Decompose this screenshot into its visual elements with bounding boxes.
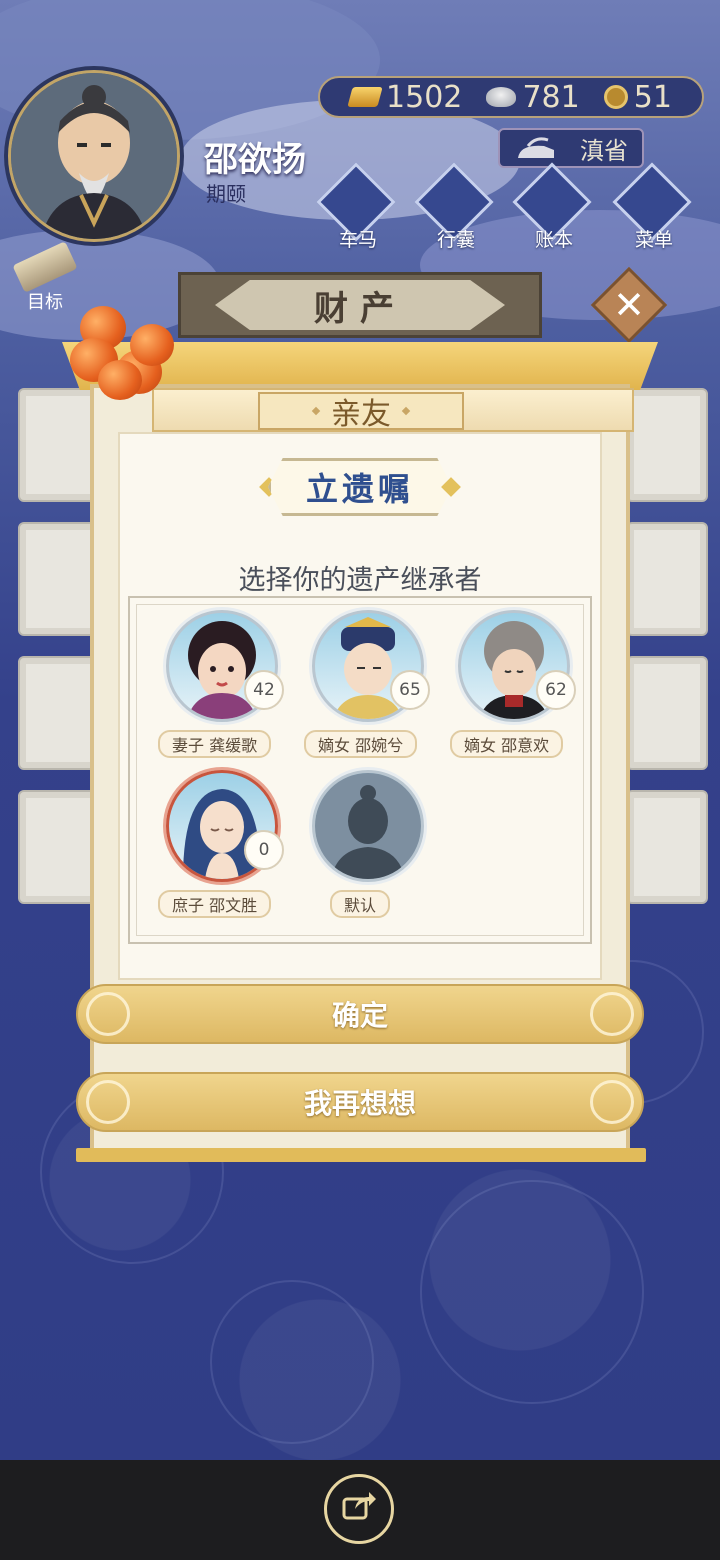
nav-bag-button[interactable]: 行囊	[414, 162, 498, 251]
background-card	[18, 790, 100, 904]
coin-count: 51	[633, 79, 672, 115]
resource-bar: 1502 781 51	[318, 76, 704, 118]
scroll-roller-bottom	[76, 1148, 646, 1162]
persimmon-decoration-icon	[64, 300, 184, 410]
silhouette-icon	[315, 773, 421, 879]
silver-resource: 781	[486, 79, 580, 115]
tab-friends[interactable]: 亲友	[258, 392, 464, 432]
heir-age: 0	[244, 830, 284, 870]
heir-card-selected[interactable]: 0 庶子 邵文胜	[158, 764, 284, 918]
nav-label: 车马	[338, 229, 377, 251]
heir-card[interactable]: 65 嫡女 邵婉兮	[304, 604, 430, 758]
will-title: 立遗嘱	[305, 470, 414, 508]
background-card	[626, 388, 708, 502]
heir-label: 嫡女 邵婉兮	[304, 730, 418, 758]
iron-icon	[514, 136, 558, 162]
nav-label: 行囊	[436, 229, 475, 251]
heir-card-default[interactable]: 默认	[308, 764, 428, 918]
heir-age: 42	[244, 670, 284, 710]
nav-carriage-button[interactable]: 车马	[316, 162, 400, 251]
heir-label: 妻子 龚缓歌	[158, 730, 272, 758]
player-age-title: 期颐	[206, 182, 246, 206]
ornament-icon	[311, 406, 321, 416]
share-icon	[341, 1489, 377, 1530]
nav-ledger-button[interactable]: 账本	[512, 162, 596, 251]
heir-card[interactable]: 62 嫡女 邵意欢	[450, 604, 576, 758]
ornament-right-icon	[590, 1080, 634, 1124]
nav-label: 菜单	[634, 229, 673, 251]
confirm-label: 确定	[331, 999, 388, 1032]
background-card	[626, 790, 708, 904]
player-avatar[interactable]	[8, 70, 180, 242]
heir-portrait	[312, 770, 424, 882]
section-title: 财产	[314, 288, 406, 329]
gold-resource: 1502	[347, 79, 463, 115]
gold-count: 1502	[386, 79, 463, 115]
reconsider-button[interactable]: 我再想想	[76, 1072, 644, 1132]
section-header: 财产	[178, 272, 542, 338]
confirm-button[interactable]: 确定	[76, 984, 644, 1044]
background-card	[18, 656, 100, 770]
ornament-icon	[401, 406, 411, 416]
nav-label: 账本	[534, 229, 573, 251]
ornament-right-icon	[590, 992, 634, 1036]
ornament-left-icon	[86, 1080, 130, 1124]
heir-age: 65	[390, 670, 430, 710]
will-title-box: 立遗嘱	[268, 458, 452, 516]
heir-label: 庶子 邵文胜	[158, 890, 272, 918]
heir-label: 嫡女 邵意欢	[450, 730, 564, 758]
nav-menu-button[interactable]: 菜单	[612, 162, 696, 251]
player-name: 邵欲扬	[204, 140, 306, 180]
close-icon: ✕	[613, 283, 645, 327]
silver-ingot-icon	[486, 87, 517, 107]
coin-icon	[603, 85, 628, 109]
reconsider-label: 我再想想	[303, 1087, 416, 1120]
heir-age: 62	[536, 670, 576, 710]
heir-label: 默认	[330, 890, 391, 918]
silver-count: 781	[522, 79, 580, 115]
share-button[interactable]	[324, 1474, 394, 1544]
tab-label: 亲友	[331, 397, 391, 432]
background-card	[626, 656, 708, 770]
province-button[interactable]: 滇省	[498, 128, 644, 168]
elder-portrait-icon	[11, 73, 177, 239]
ornament-left-icon	[86, 992, 130, 1036]
coin-resource: 51	[603, 79, 672, 115]
gold-ingot-icon	[347, 87, 383, 107]
province-label: 滇省	[580, 136, 628, 165]
heir-prompt: 选择你的遗产继承者	[238, 565, 482, 596]
heir-card[interactable]: 42 妻子 龚缓歌	[158, 604, 284, 758]
